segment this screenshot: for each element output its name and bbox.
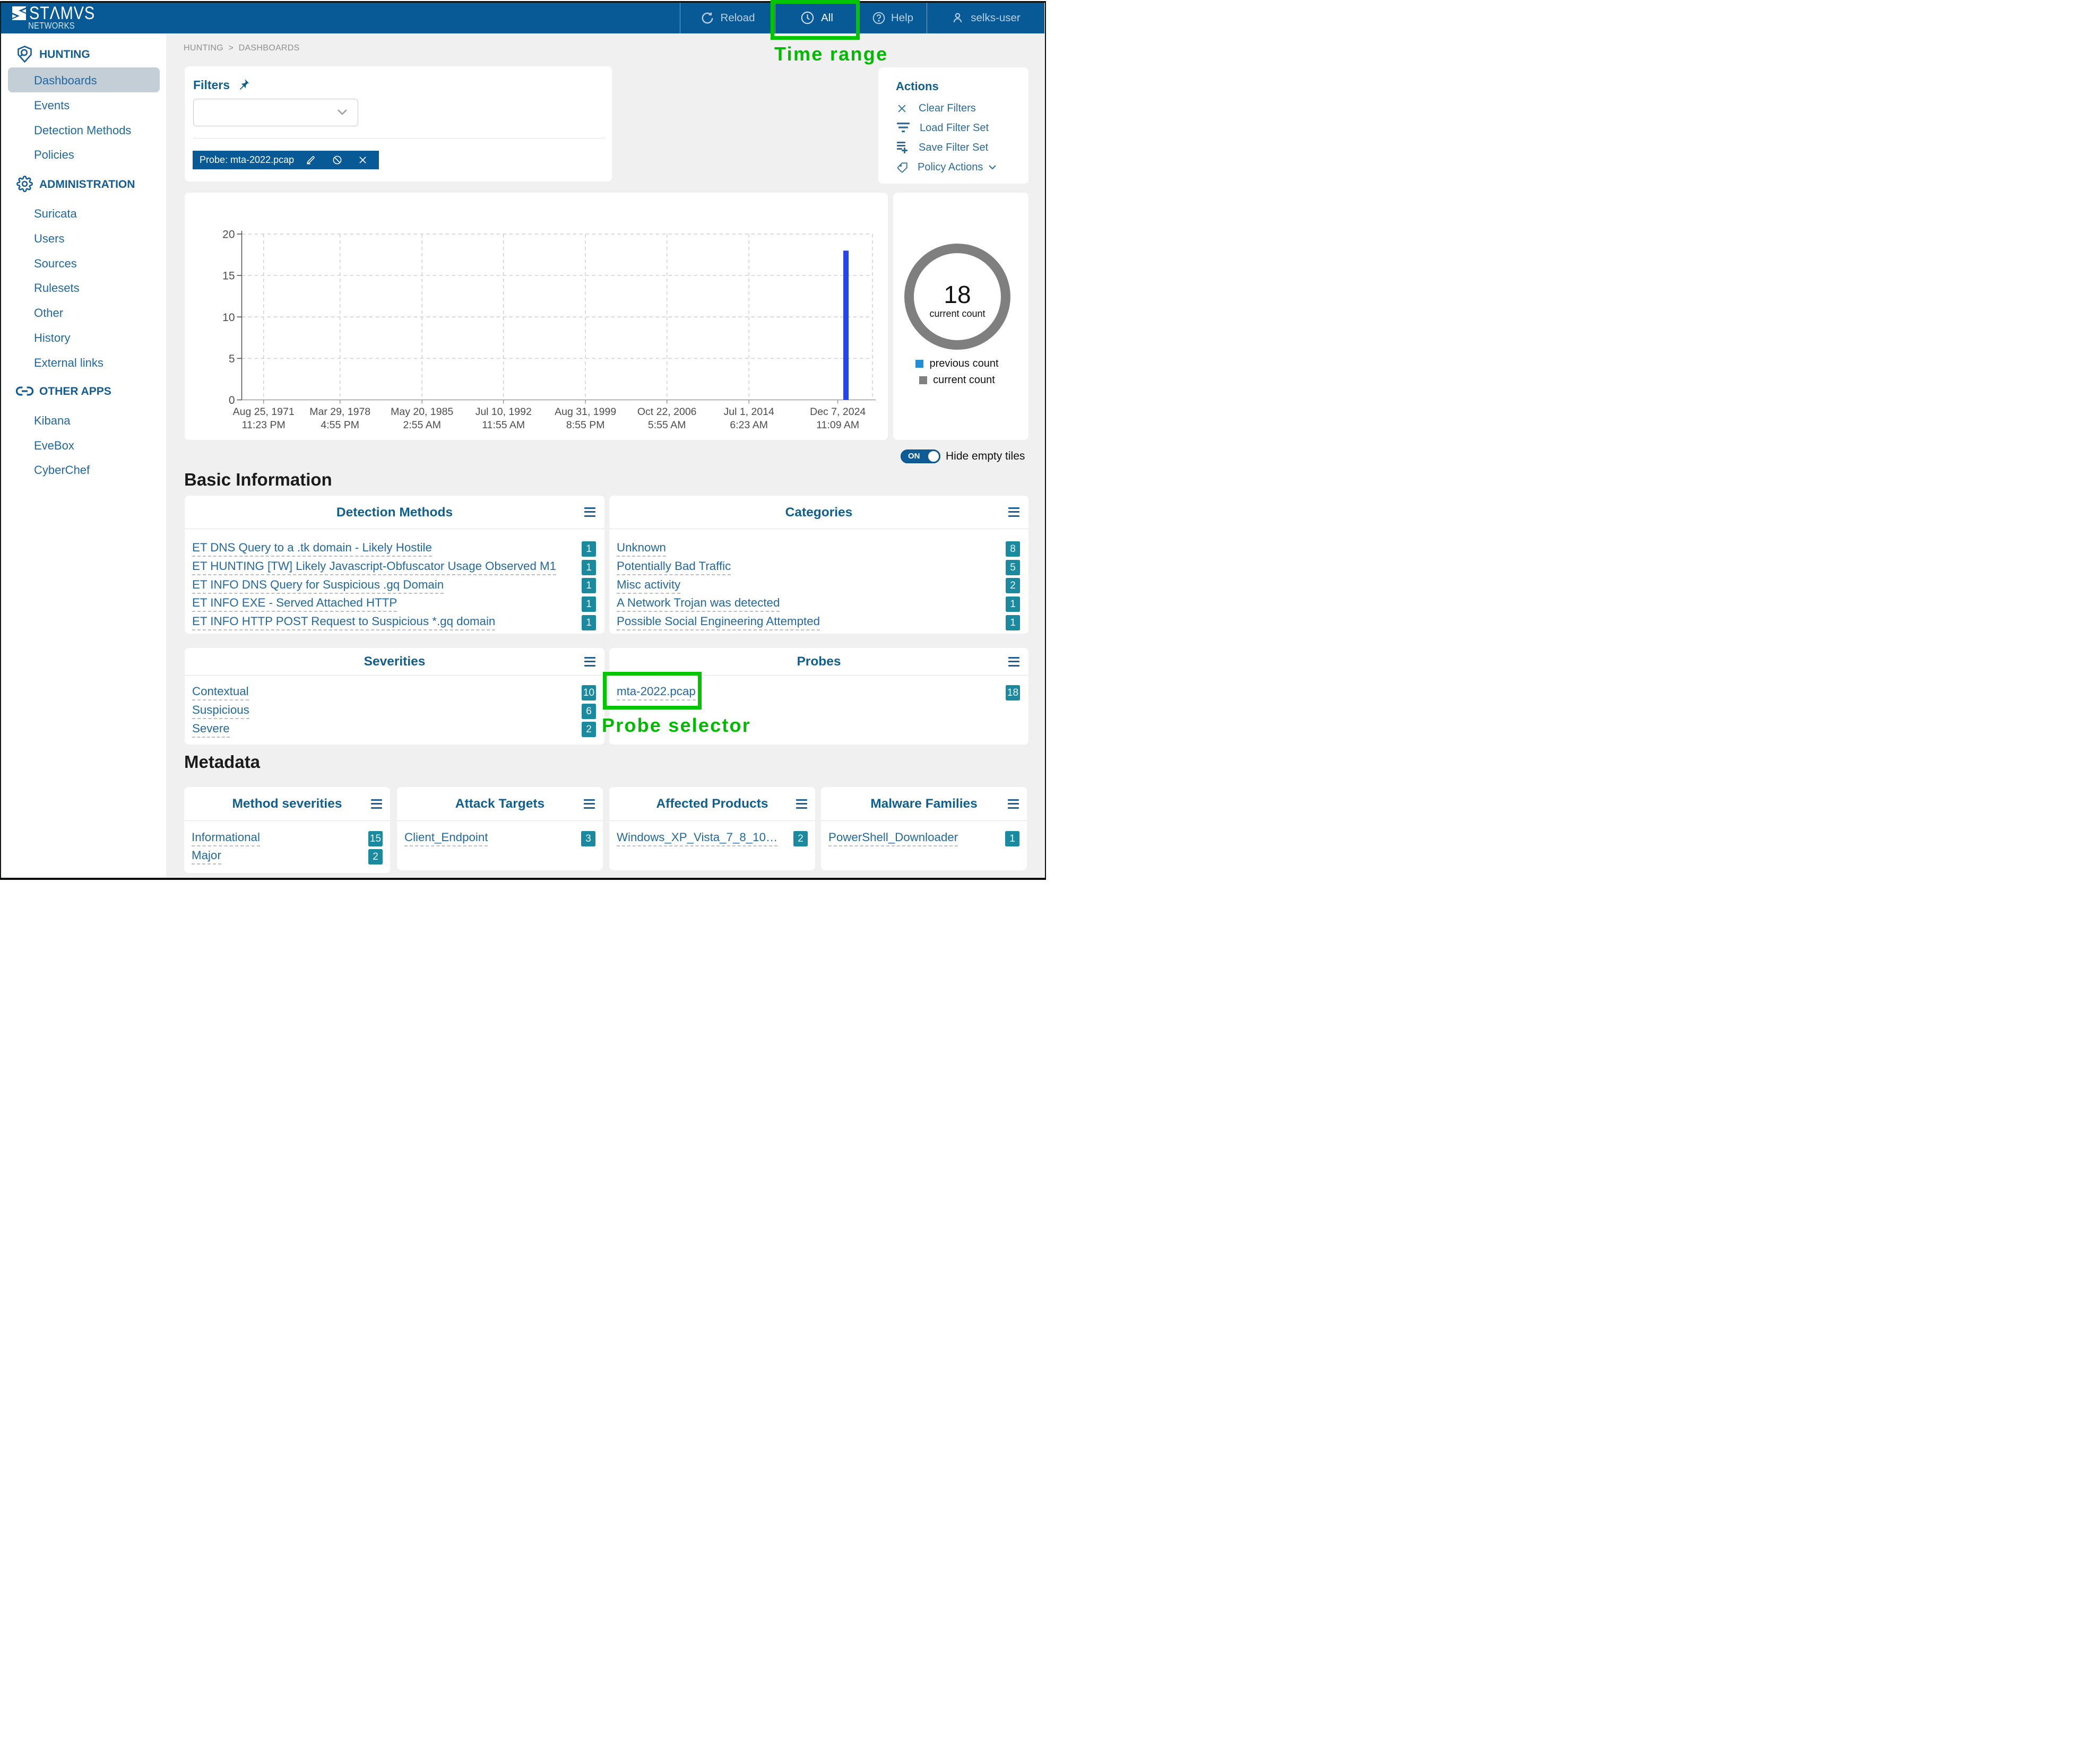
svg-text:11:55 AM: 11:55 AM	[482, 419, 525, 431]
svg-text:2:55 AM: 2:55 AM	[403, 419, 441, 431]
svg-text:4:55 PM: 4:55 PM	[321, 419, 359, 431]
svg-text:0: 0	[229, 394, 235, 407]
svg-text:8:55 PM: 8:55 PM	[566, 419, 605, 431]
svg-text:20: 20	[222, 229, 235, 241]
svg-text:May 20, 1985: May 20, 1985	[391, 406, 453, 418]
svg-text:Oct 22, 2006: Oct 22, 2006	[637, 406, 697, 418]
svg-text:11:09 AM: 11:09 AM	[816, 419, 859, 431]
svg-text:Jul 1, 2014: Jul 1, 2014	[723, 406, 774, 418]
svg-text:Aug 31, 1999: Aug 31, 1999	[555, 406, 616, 418]
svg-text:Jul 10, 1992: Jul 10, 1992	[476, 406, 532, 418]
svg-text:6:23 AM: 6:23 AM	[730, 419, 768, 431]
svg-text:Aug 25, 1971: Aug 25, 1971	[233, 406, 295, 418]
svg-text:10: 10	[222, 312, 235, 324]
svg-text:5: 5	[229, 353, 235, 365]
svg-text:5:55 AM: 5:55 AM	[648, 419, 686, 431]
svg-text:15: 15	[222, 270, 235, 282]
svg-text:Dec 7, 2024: Dec 7, 2024	[810, 406, 866, 418]
svg-text:Mar 29, 1978: Mar 29, 1978	[309, 406, 370, 418]
svg-text:11:23 PM: 11:23 PM	[242, 419, 286, 431]
